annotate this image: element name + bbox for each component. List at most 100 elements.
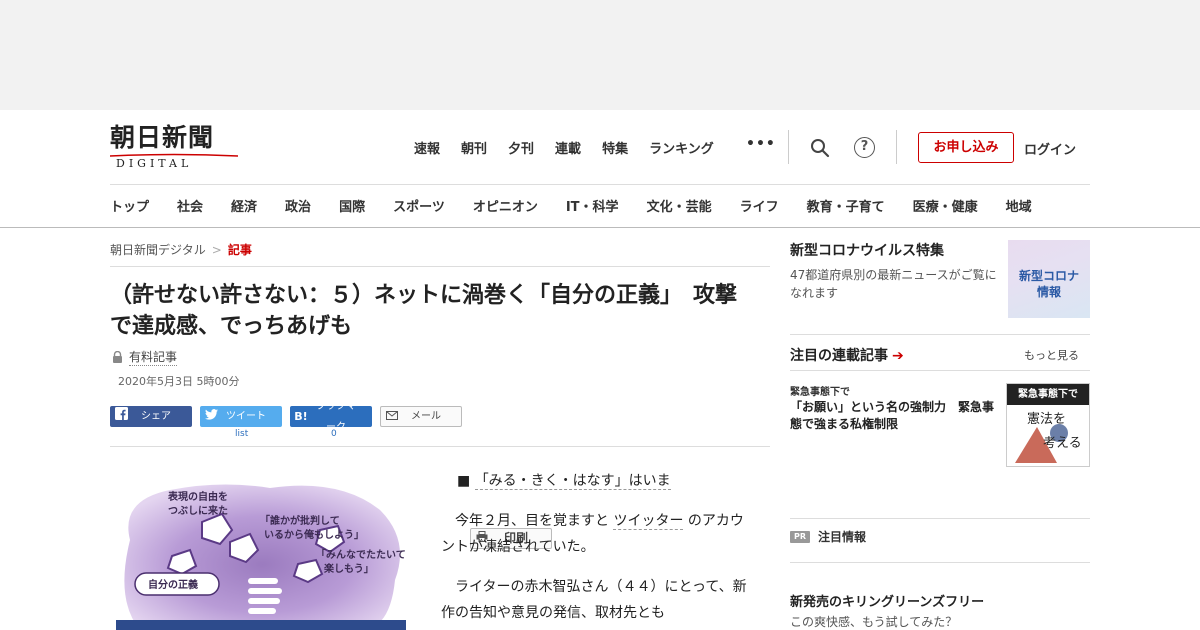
ad-banner-area <box>0 0 1200 110</box>
illus-label: 「誰かが批判して <box>260 514 340 527</box>
series-title-text: 注目の連載記事 <box>790 348 888 364</box>
hatena-count[interactable]: 0 <box>331 429 337 439</box>
illus-label: 表現の自由を <box>167 490 228 503</box>
twitter-link[interactable]: ツイッター <box>613 513 684 530</box>
catnav-item[interactable]: 経済 <box>231 196 257 215</box>
article-title: （許せない許さない：５）ネットに渦巻く「自分の正義」 攻撃で達成感、でっちあげも <box>110 283 738 339</box>
logo-japanese: 朝日新聞 <box>110 123 215 152</box>
series-thumbnail[interactable]: 緊急事態下で 憲法を 考える <box>1006 383 1090 467</box>
illus-label: 楽しもう」 <box>323 562 374 575</box>
series-thumb-art: 憲法を 考える <box>1015 411 1082 463</box>
series-thumb-text: 憲法を <box>1027 411 1066 427</box>
header-divider <box>788 130 789 164</box>
catnav-item[interactable]: 地域 <box>1006 196 1032 215</box>
catnav-item[interactable]: トップ <box>110 196 149 215</box>
catnav-item[interactable]: 国際 <box>339 196 365 215</box>
series-thumb-bar: 緊急事態下で <box>1007 384 1089 405</box>
twitter-bird-icon <box>200 406 222 427</box>
article-paragraph: 今年２月、目を覚ますと ツイッター のアカウントが凍結されていた。 <box>441 508 751 560</box>
topnav-rensai[interactable]: 連載 <box>555 138 581 157</box>
series-headline[interactable]: 「お願い」という名の強制力 緊急事態で強まる私権制限 <box>790 399 1004 433</box>
sidebar-divider <box>790 562 1090 563</box>
corona-thumb-line: 新型コロナ <box>1018 269 1079 283</box>
header-divider-line <box>110 184 1090 185</box>
twitter-share-label: ツイート <box>226 411 266 422</box>
sidebar-divider <box>790 334 1090 335</box>
facebook-share-label: シェア <box>141 411 171 422</box>
ad-title[interactable]: 新発売のキリングリーンズフリー <box>790 591 1090 610</box>
illus-label: 自分の正義 <box>148 578 198 591</box>
more-link[interactable]: もっと見る <box>1024 347 1079 363</box>
twitter-share-button[interactable]: ツイート <box>200 406 282 427</box>
catnav-item[interactable]: オピニオン <box>473 196 538 215</box>
series-thumb-text: 考える <box>1043 436 1082 451</box>
corona-thumb-line: 情報 <box>1036 285 1061 299</box>
mail-share-label: メール <box>411 411 441 422</box>
topnav-sokuho[interactable]: 速報 <box>414 138 440 157</box>
catnav-item[interactable]: ライフ <box>740 196 779 215</box>
corona-feature-thumbnail[interactable]: 新型コロナ 情報 <box>1008 240 1090 318</box>
catnav-item[interactable]: IT・科学 <box>566 196 619 215</box>
article-illustration: 表現の自由を つぶしに来た 「誰かが批判して いるから俺もしよう」 「みんなでた… <box>116 484 406 630</box>
twitter-count[interactable]: list <box>235 429 248 439</box>
paragraph-text: ライターの赤木智弘さん（４４）にとって、新作の告知や意見の発信、取材先とも <box>441 579 747 621</box>
subheading-mark: ■ <box>457 473 471 489</box>
topnav-tokushu[interactable]: 特集 <box>602 138 628 157</box>
paid-label-text[interactable]: 有料記事 <box>129 348 178 366</box>
logo-swoosh-icon <box>110 153 238 157</box>
category-nav: トップ 社会 経済 政治 国際 スポーツ オピニオン IT・科学 文化・芸能 ラ… <box>110 196 1200 215</box>
topnav-yuukan[interactable]: 夕刊 <box>508 138 534 157</box>
publish-date: 2020年5月3日 5時00分 <box>118 375 240 388</box>
more-menu-icon[interactable]: ••• <box>746 136 776 152</box>
article-subheading: ■ 「みる・きく・はなす」はいま <box>457 468 751 494</box>
help-icon[interactable]: ? <box>854 137 875 158</box>
top-nav: 速報 朝刊 夕刊 連載 特集 ランキング <box>414 138 735 157</box>
pr-label: 注目情報 <box>818 530 867 544</box>
mail-icon <box>381 406 403 427</box>
illus-label: いるから俺もしよう」 <box>264 528 364 541</box>
subscribe-button[interactable]: お申し込み <box>918 132 1014 163</box>
article-paragraph: ライターの赤木智弘さん（４４）にとって、新作の告知や意見の発信、取材先とも <box>441 574 751 626</box>
divider <box>110 446 770 447</box>
sidebar-divider <box>790 518 1090 519</box>
breadcrumb-separator: > <box>211 243 222 257</box>
hatena-bookmark-label: ブックマーク <box>316 400 356 433</box>
pr-section-header: PR 注目情報 <box>790 528 866 545</box>
site-header: 朝日新聞 DIGITAL 速報 朝刊 夕刊 連載 特集 ランキング ••• ? … <box>0 110 1200 228</box>
breadcrumb: 朝日新聞デジタル > 記事 <box>110 241 252 258</box>
catnav-item[interactable]: 教育・子育て <box>807 196 885 215</box>
divider <box>110 266 770 267</box>
paid-article-label: 有料記事 <box>112 348 178 366</box>
illus-label: つぶしに来た <box>168 504 228 517</box>
arrow-right-icon: ➔ <box>892 348 904 364</box>
mail-share-button[interactable]: メール <box>380 406 462 427</box>
breadcrumb-home[interactable]: 朝日新聞デジタル <box>110 243 206 257</box>
subheading-link[interactable]: 「みる・きく・はなす」はいま <box>474 473 671 490</box>
topnav-ranking[interactable]: ランキング <box>649 138 714 157</box>
catnav-item[interactable]: スポーツ <box>393 196 445 215</box>
facebook-share-button[interactable]: シェア <box>110 406 192 427</box>
lock-icon <box>113 351 122 363</box>
header-divider <box>896 130 897 164</box>
pr-badge: PR <box>790 530 810 543</box>
article-body: ■ 「みる・きく・はなす」はいま 今年２月、目を覚ますと ツイッター のアカウン… <box>441 468 751 630</box>
topnav-choukan[interactable]: 朝刊 <box>461 138 487 157</box>
login-link[interactable]: ログイン <box>1024 139 1076 158</box>
catnav-item[interactable]: 文化・芸能 <box>647 196 712 215</box>
paragraph-text: 今年２月、目を覚ますと <box>455 513 609 529</box>
sidebar-divider <box>790 370 1090 371</box>
corona-feature-desc[interactable]: 47都道府県別の最新ニュースがご覧になれます <box>790 266 1002 302</box>
ad-desc[interactable]: この爽快感、もう試してみた？ <box>790 613 1090 630</box>
facebook-icon <box>110 406 132 427</box>
corona-thumb-text: 新型コロナ 情報 <box>1008 268 1090 300</box>
hatena-bookmark-icon: B! <box>294 410 308 423</box>
catnav-item[interactable]: 社会 <box>177 196 203 215</box>
catnav-item[interactable]: 政治 <box>285 196 311 215</box>
search-icon[interactable] <box>810 138 830 158</box>
illus-label: 「みんなでたたいて <box>316 548 406 561</box>
site-logo[interactable]: 朝日新聞 DIGITAL <box>110 124 240 172</box>
breadcrumb-current: 記事 <box>227 243 252 257</box>
logo-english: DIGITAL <box>116 157 193 170</box>
hatena-bookmark-button[interactable]: B! ブックマーク <box>290 401 372 433</box>
catnav-item[interactable]: 医療・健康 <box>913 196 978 215</box>
